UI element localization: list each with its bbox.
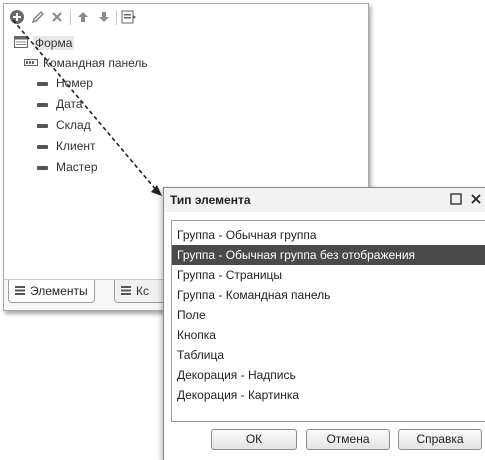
- maximize-icon: [450, 193, 462, 205]
- tab-label: Элементы: [30, 284, 88, 298]
- tree-node-label: Командная панель: [43, 56, 148, 70]
- plus-circle-icon: [10, 10, 24, 24]
- tree-node-number[interactable]: Номер: [37, 74, 93, 92]
- form-preview-icon: [121, 10, 136, 24]
- add-button[interactable]: [9, 9, 25, 25]
- tree-node-label: Клиент: [56, 139, 96, 153]
- dialog-title-bar: Тип элемента: [164, 188, 485, 212]
- list-item[interactable]: Группа - Командная панель: [172, 285, 485, 305]
- list-item[interactable]: Группа - Обычная группа: [172, 225, 485, 245]
- form-icon: [14, 36, 28, 48]
- field-icon: [37, 102, 48, 107]
- tree-node-label: Мастер: [56, 160, 98, 174]
- list-item[interactable]: Кнопка: [172, 325, 485, 345]
- dialog-title: Тип элемента: [170, 193, 251, 207]
- tree-node-command-panel[interactable]: Командная панель: [24, 54, 148, 72]
- tree-node-label: Номер: [56, 76, 93, 90]
- edit-button[interactable]: [30, 9, 46, 25]
- maximize-button[interactable]: [449, 192, 463, 206]
- help-button[interactable]: Справка: [398, 429, 482, 450]
- move-down-button[interactable]: [96, 9, 112, 25]
- element-type-dialog: Тип элемента Группа - Обычная группа Гру…: [163, 187, 485, 460]
- tree-node-label: Склад: [56, 118, 91, 132]
- tab-elements[interactable]: Элементы: [8, 280, 95, 303]
- move-up-button[interactable]: [75, 9, 91, 25]
- list-icon: [121, 286, 131, 296]
- field-icon: [37, 123, 48, 128]
- list-item[interactable]: Декорация - Картинка: [172, 385, 485, 405]
- list-icon: [15, 286, 25, 296]
- field-icon: [37, 165, 48, 170]
- close-button[interactable]: [469, 192, 483, 206]
- list-item-selected[interactable]: Группа - Обычная группа без отображения: [172, 245, 485, 265]
- ok-button[interactable]: ОК: [211, 429, 297, 450]
- command-panel-icon: [24, 59, 38, 66]
- list-item[interactable]: Таблица: [172, 345, 485, 365]
- cancel-button[interactable]: Отмена: [306, 429, 390, 450]
- tree-node-warehouse[interactable]: Склад: [37, 116, 91, 134]
- tab-label: Кс: [136, 284, 149, 298]
- tree-node-client[interactable]: Клиент: [37, 137, 96, 155]
- arrow-up-icon: [78, 12, 88, 22]
- delete-button[interactable]: [49, 9, 65, 25]
- field-icon: [37, 81, 48, 86]
- list-item[interactable]: Поле: [172, 305, 485, 325]
- close-icon: [471, 194, 481, 204]
- tree-node-date[interactable]: Дата: [37, 95, 83, 113]
- toolbar: [4, 4, 368, 30]
- tree-node-label: Форма: [33, 36, 75, 50]
- element-type-list[interactable]: Группа - Обычная группа Группа - Обычная…: [171, 220, 485, 422]
- tree-node-label: Дата: [56, 97, 83, 111]
- tree-node-master[interactable]: Мастер: [37, 158, 98, 176]
- list-item[interactable]: Группа - Страницы: [172, 265, 485, 285]
- delete-x-icon: [52, 12, 62, 22]
- list-item[interactable]: Декорация - Надпись: [172, 365, 485, 385]
- form-view-button[interactable]: [121, 9, 137, 25]
- tree-node-form[interactable]: Форма: [14, 34, 75, 52]
- arrow-down-icon: [99, 12, 109, 22]
- pencil-icon: [31, 11, 44, 24]
- field-icon: [37, 144, 48, 149]
